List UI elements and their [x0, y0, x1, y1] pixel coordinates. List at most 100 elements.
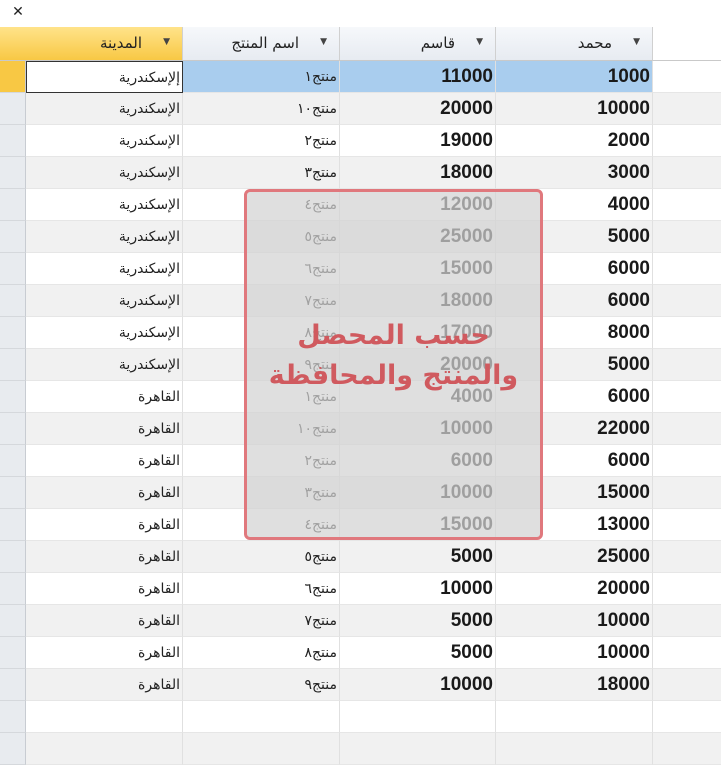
select-all-corner[interactable]	[0, 27, 26, 61]
table-cell-qasem[interactable]: 20000	[340, 93, 496, 125]
empty-cell	[653, 221, 721, 253]
column-header-city[interactable]: المدينة ▼	[0, 27, 183, 61]
row-selector[interactable]	[0, 477, 26, 509]
row-selector[interactable]	[0, 125, 26, 157]
table-cell-product[interactable]: منتج١	[183, 61, 340, 93]
table-cell-product[interactable]: منتج٦	[183, 573, 340, 605]
table-cell-city[interactable]: القاهرة	[26, 541, 183, 573]
empty-cell	[653, 701, 721, 733]
table-cell-city[interactable]: الإسكندرية	[26, 125, 183, 157]
row-selector[interactable]	[0, 61, 26, 93]
table-cell-city[interactable]: القاهرة	[26, 413, 183, 445]
table-cell-qasem[interactable]: 10000	[340, 669, 496, 701]
table-cell-product[interactable]: منتج١٠	[183, 93, 340, 125]
column-header-qasem-label: قاسم	[420, 34, 455, 52]
table-cell-mohamed[interactable]	[496, 701, 653, 733]
empty-cell	[653, 413, 721, 445]
table-cell-city[interactable]: القاهرة	[26, 637, 183, 669]
window-titlebar: ✕	[0, 0, 721, 28]
empty-cell	[653, 157, 721, 189]
table-cell-city[interactable]: الإسكندرية	[26, 189, 183, 221]
row-selector[interactable]	[0, 413, 26, 445]
empty-cell	[653, 285, 721, 317]
row-selector[interactable]	[0, 541, 26, 573]
table-cell-product[interactable]: منتج٣	[183, 157, 340, 189]
row-selector[interactable]	[0, 733, 26, 765]
empty-cell	[653, 669, 721, 701]
table-cell-product[interactable]: منتج٥	[183, 541, 340, 573]
table-cell-city[interactable]: الإسكندرية	[26, 93, 183, 125]
table-cell-qasem[interactable]	[340, 733, 496, 765]
table-cell-qasem[interactable]: 11000	[340, 61, 496, 93]
table-cell-city[interactable]: القاهرة	[26, 509, 183, 541]
table-cell-mohamed[interactable]: 10000	[496, 605, 653, 637]
table-cell-city[interactable]: القاهرة	[26, 669, 183, 701]
callout-line-2: والمنتج والمحافظة	[268, 360, 519, 391]
sort-dropdown-icon[interactable]: ▼	[163, 37, 170, 47]
table-cell-product[interactable]: منتج٨	[183, 637, 340, 669]
table-cell-mohamed[interactable]: 18000	[496, 669, 653, 701]
table-cell-qasem[interactable]: 18000	[340, 157, 496, 189]
table-cell-city[interactable]: القاهرة	[26, 381, 183, 413]
row-selector[interactable]	[0, 221, 26, 253]
table-cell-product[interactable]	[183, 701, 340, 733]
table-cell-mohamed[interactable]: 10000	[496, 637, 653, 669]
table-cell-city[interactable]	[26, 701, 183, 733]
row-selector[interactable]	[0, 317, 26, 349]
sort-dropdown-icon[interactable]: ▼	[633, 37, 640, 47]
table-cell-mohamed[interactable]: 10000	[496, 93, 653, 125]
row-selector[interactable]	[0, 285, 26, 317]
table-cell-mohamed[interactable]	[496, 733, 653, 765]
row-selector[interactable]	[0, 669, 26, 701]
table-cell-mohamed[interactable]: 20000	[496, 573, 653, 605]
row-selector[interactable]	[0, 381, 26, 413]
empty-cell	[653, 349, 721, 381]
table-cell-mohamed[interactable]: 1000	[496, 61, 653, 93]
table-cell-product[interactable]: منتج٩	[183, 669, 340, 701]
table-cell-product[interactable]: منتج٧	[183, 605, 340, 637]
table-cell-city[interactable]: الإسكندرية	[26, 285, 183, 317]
table-cell-city[interactable]: الإسكندرية	[26, 253, 183, 285]
sort-dropdown-icon[interactable]: ▼	[476, 37, 483, 47]
table-cell-mohamed[interactable]: 3000	[496, 157, 653, 189]
row-selector[interactable]	[0, 605, 26, 637]
empty-cell	[653, 93, 721, 125]
table-cell-city[interactable]: القاهرة	[26, 573, 183, 605]
row-selector[interactable]	[0, 509, 26, 541]
row-selector[interactable]	[0, 349, 26, 381]
table-cell-qasem[interactable]: 5000	[340, 605, 496, 637]
table-cell-product[interactable]	[183, 733, 340, 765]
row-selector[interactable]	[0, 189, 26, 221]
table-cell-mohamed[interactable]: 25000	[496, 541, 653, 573]
row-selector[interactable]	[0, 701, 26, 733]
row-selector[interactable]	[0, 637, 26, 669]
sort-dropdown-icon[interactable]: ▼	[320, 37, 327, 47]
table-cell-product[interactable]: منتج٢	[183, 125, 340, 157]
row-selector[interactable]	[0, 157, 26, 189]
empty-cell	[653, 61, 721, 93]
empty-cell	[653, 125, 721, 157]
table-cell-city[interactable]: الإسكندرية	[26, 221, 183, 253]
table-cell-city[interactable]: الإسكندرية	[26, 349, 183, 381]
row-selector[interactable]	[0, 573, 26, 605]
table-cell-city[interactable]: الإسكندرية	[26, 157, 183, 189]
table-cell-city[interactable]: الإسكندرية	[26, 317, 183, 349]
row-selector[interactable]	[0, 93, 26, 125]
table-cell-city[interactable]: إلإسكندرية	[26, 61, 183, 93]
table-cell-qasem[interactable]: 10000	[340, 573, 496, 605]
close-icon[interactable]: ✕	[9, 2, 27, 22]
table-cell-qasem[interactable]	[340, 701, 496, 733]
table-cell-city[interactable]: القاهرة	[26, 445, 183, 477]
table-cell-city[interactable]: القاهرة	[26, 605, 183, 637]
table-cell-qasem[interactable]: 5000	[340, 637, 496, 669]
column-header-qasem[interactable]: قاسم ▼	[340, 27, 496, 61]
table-cell-qasem[interactable]: 5000	[340, 541, 496, 573]
column-header-product[interactable]: اسم المنتج ▼	[183, 27, 340, 61]
row-selector[interactable]	[0, 253, 26, 285]
table-cell-mohamed[interactable]: 2000	[496, 125, 653, 157]
table-cell-city[interactable]	[26, 733, 183, 765]
table-cell-city[interactable]: القاهرة	[26, 477, 183, 509]
row-selector[interactable]	[0, 445, 26, 477]
column-header-mohamed[interactable]: محمد ▼	[496, 27, 653, 61]
table-cell-qasem[interactable]: 19000	[340, 125, 496, 157]
